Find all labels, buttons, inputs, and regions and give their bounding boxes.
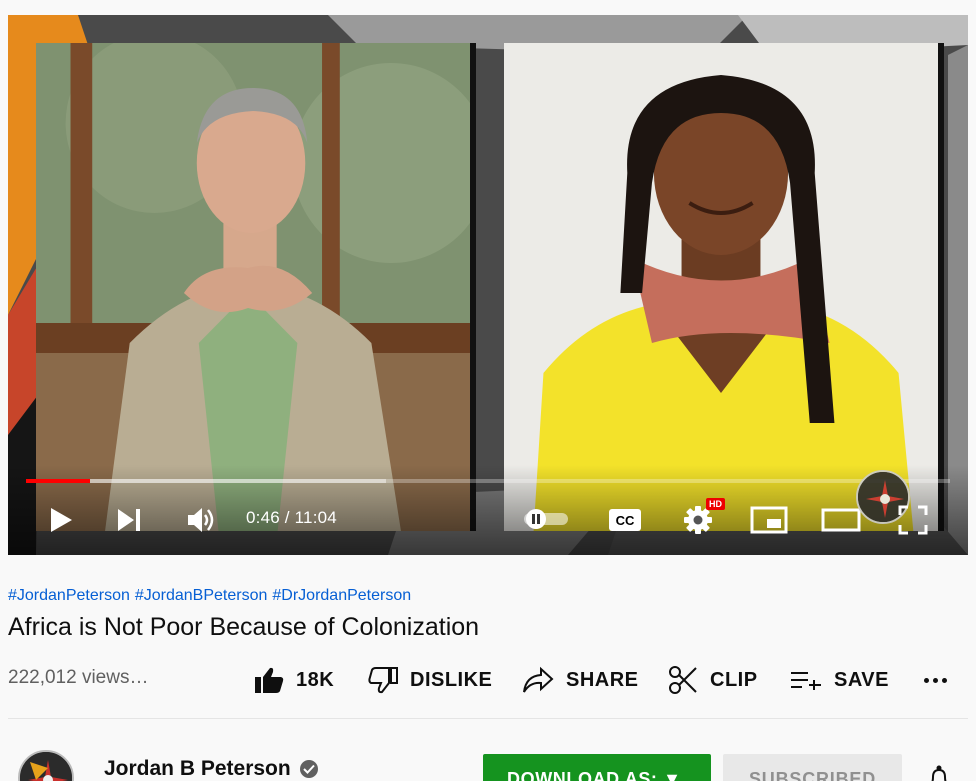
captions-icon[interactable]: CC	[608, 507, 642, 533]
miniplayer-icon[interactable]	[750, 505, 788, 535]
hashtag-link[interactable]: #JordanBPeterson	[135, 587, 268, 605]
play-icon[interactable]	[46, 505, 76, 535]
verified-icon	[299, 760, 318, 778]
dislike-button[interactable]: DISLIKE	[368, 661, 492, 699]
subscribed-button[interactable]: SUBSCRIBED	[723, 754, 902, 781]
avatar[interactable]	[18, 750, 74, 781]
hashtag-link[interactable]: #DrJordanPeterson	[272, 587, 411, 605]
time-display: 0:46 / 11:04	[246, 508, 337, 527]
channel-name[interactable]: Jordan B Peterson	[104, 757, 291, 781]
share-button[interactable]: SHARE	[522, 661, 639, 699]
divider	[8, 718, 968, 719]
like-icon	[254, 666, 284, 694]
progress-bar[interactable]	[26, 479, 950, 483]
hashtag-list: #JordanPeterson #JordanBPeterson #DrJord…	[8, 587, 411, 605]
like-count: 18K	[296, 668, 335, 691]
channel-name-row: Jordan B Peterson	[104, 757, 318, 781]
save-button[interactable]: SAVE	[790, 661, 889, 699]
more-icon[interactable]	[924, 661, 947, 699]
volume-icon[interactable]	[184, 503, 218, 537]
fullscreen-icon[interactable]	[897, 505, 929, 535]
dislike-label: DISLIKE	[410, 668, 493, 691]
clip-button[interactable]: CLIP	[668, 661, 758, 699]
save-label: SAVE	[834, 668, 889, 691]
played-bar	[26, 479, 90, 483]
dislike-icon	[368, 666, 398, 694]
clip-icon	[668, 665, 698, 695]
video-player[interactable]: 0:46 / 11:04 CC HD	[8, 15, 968, 555]
like-button[interactable]: 18K	[254, 661, 334, 699]
video-frame-left	[36, 43, 476, 531]
bell-icon[interactable]	[928, 765, 950, 781]
video-frame-right	[504, 43, 944, 531]
hd-badge: HD	[706, 498, 725, 510]
save-icon	[790, 669, 822, 691]
autoplay-toggle-icon[interactable]	[520, 509, 572, 529]
captions-label: CC	[616, 513, 635, 528]
hashtag-link[interactable]: #JordanPeterson	[8, 587, 130, 605]
theater-icon[interactable]	[821, 505, 861, 535]
share-label: SHARE	[566, 668, 639, 691]
video-title: Africa is Not Poor Because of Colonizati…	[8, 613, 480, 641]
clip-label: CLIP	[710, 668, 758, 691]
next-icon[interactable]	[114, 505, 144, 535]
download-button[interactable]: DOWNLOAD AS: ▼	[483, 754, 711, 781]
action-bar: 18K DISLIKE SHARE CLIP SAVE	[0, 661, 976, 699]
share-icon	[522, 666, 554, 694]
